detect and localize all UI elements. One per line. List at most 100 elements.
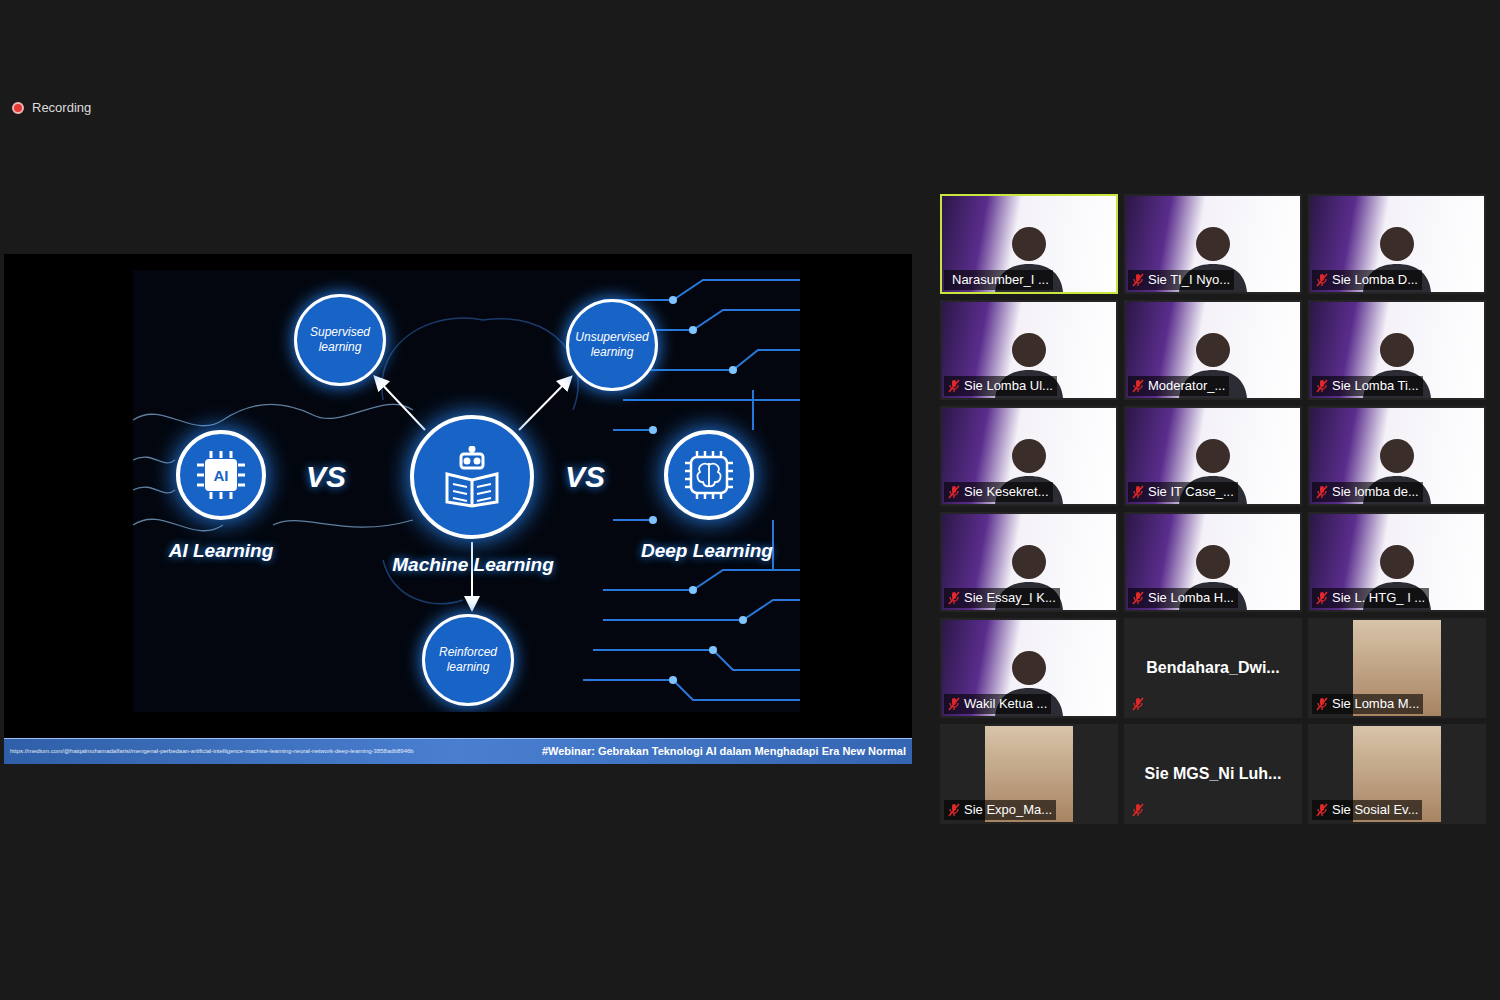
participant-label: Sie Essay_I K... <box>944 588 1060 608</box>
participant-tile[interactable]: Wakil Ketua ... <box>940 618 1118 718</box>
participant-name: Sie Lomba D... <box>1332 271 1418 289</box>
muted-mic-icon <box>1132 485 1144 499</box>
participant-name: Bendahara_Dwi... <box>1146 656 1279 680</box>
muted-mic-icon <box>1316 697 1328 711</box>
node-caption: Machine Learning <box>373 553 573 577</box>
participant-name: Sie Lomba M... <box>1332 695 1419 713</box>
participant-name: Sie TI_I Nyo... <box>1148 271 1230 289</box>
muted-mic-icon <box>948 591 960 605</box>
muted-mic-icon <box>948 803 960 817</box>
versus-label: VS <box>296 460 356 494</box>
participant-tile[interactable]: Sie Expo_Ma... <box>940 724 1118 824</box>
participant-name: Sie Kesekret... <box>964 483 1049 501</box>
participant-tile[interactable]: Sie TI_I Nyo... <box>1124 194 1302 294</box>
recording-indicator: Recording <box>12 100 1500 116</box>
participant-label: Sie Lomba Ti... <box>1312 376 1423 396</box>
meeting-window: Recording Supervised learning Unsupervised… <box>0 0 1500 1000</box>
name-display: Bendahara_Dwi... <box>1126 620 1300 716</box>
chip-label: AI <box>214 468 229 483</box>
learning-type-label: Supervised learning <box>303 325 377 355</box>
participant-name: Sie IT Case_... <box>1148 483 1234 501</box>
participant-name: Sie Lomba H... <box>1148 589 1234 607</box>
participant-tile[interactable]: Bendahara_Dwi... <box>1124 618 1302 718</box>
participant-label: Wakil Ketua ... <box>944 694 1051 714</box>
muted-mic-icon <box>948 697 960 711</box>
chip-core: AI <box>205 459 237 491</box>
dl-node <box>664 430 754 520</box>
learning-type-label: Unsupervised learning <box>575 330 649 360</box>
muted-mic-icon <box>948 379 960 393</box>
participant-gallery: Narasumber_I ... Sie TI_I Nyo... Sie Lomba… <box>940 194 1486 824</box>
muted-mic-icon <box>1316 591 1328 605</box>
participant-label <box>1128 800 1148 820</box>
top-area: Recording <box>0 0 1500 194</box>
participant-tile[interactable]: Narasumber_I ... <box>940 194 1118 294</box>
learning-type-node: Supervised learning <box>294 294 386 386</box>
participant-tile[interactable]: Sie L. HTG_ I ... <box>1308 512 1486 612</box>
participant-tile[interactable]: Moderator_... <box>1124 300 1302 400</box>
participant-label: Sie Lomba D... <box>1312 270 1422 290</box>
participant-name: Sie lomba de... <box>1332 483 1419 501</box>
ai-diagram: Supervised learning Unsupervised learning… <box>133 270 800 712</box>
participant-tile[interactable]: Sie Lomba M... <box>1308 618 1486 718</box>
participant-tile[interactable]: Sie Lomba Ti... <box>1308 300 1486 400</box>
muted-mic-icon <box>1316 273 1328 287</box>
muted-mic-icon <box>1316 803 1328 817</box>
brain-chip-icon <box>681 447 737 503</box>
versus-label: VS <box>555 460 615 494</box>
participant-tile[interactable]: Sie Essay_I K... <box>940 512 1118 612</box>
participant-label: Narasumber_I ... <box>944 270 1053 290</box>
participant-tile[interactable]: Sie Kesekret... <box>940 406 1118 506</box>
participant-name: Moderator_... <box>1148 377 1225 395</box>
muted-mic-icon <box>1132 697 1144 711</box>
name-display: Sie MGS_Ni Luh... <box>1126 726 1300 822</box>
slide-area: Supervised learning Unsupervised learning… <box>4 254 912 738</box>
source-url: https://medium.com/@haiqalmuhamadalfaris… <box>10 747 414 756</box>
learning-type-node: Reinforced learning <box>422 614 514 706</box>
participant-label: Sie Sosial Ev... <box>1312 800 1422 820</box>
participant-name: Wakil Ketua ... <box>964 695 1047 713</box>
participant-name: Sie Sosial Ev... <box>1332 801 1418 819</box>
participant-tile[interactable]: Sie MGS_Ni Luh... <box>1124 724 1302 824</box>
participant-label: Sie Lomba H... <box>1128 588 1238 608</box>
participant-label: Sie Expo_Ma... <box>944 800 1056 820</box>
robot-book-icon <box>441 446 503 508</box>
participant-label: Sie L. HTG_ I ... <box>1312 588 1429 608</box>
participant-name: Sie Lomba Ti... <box>1332 377 1419 395</box>
muted-mic-icon <box>1132 379 1144 393</box>
participant-tile[interactable]: Sie Lomba D... <box>1308 194 1486 294</box>
participant-label: Sie Kesekret... <box>944 482 1053 502</box>
participant-name: Sie MGS_Ni Luh... <box>1145 762 1282 786</box>
participant-tile[interactable]: Sie Lomba Ul... <box>940 300 1118 400</box>
muted-mic-icon <box>1132 803 1144 817</box>
participant-name: Sie L. HTG_ I ... <box>1332 589 1425 607</box>
slide-footer: https://medium.com/@haiqalmuhamadalfaris… <box>4 738 912 764</box>
node-caption: AI Learning <box>133 539 321 563</box>
participant-label <box>1128 694 1148 714</box>
shared-screen: Supervised learning Unsupervised learning… <box>4 254 912 764</box>
participant-tile[interactable]: Sie Lomba H... <box>1124 512 1302 612</box>
recording-label: Recording <box>32 100 91 116</box>
muted-mic-icon <box>1132 273 1144 287</box>
muted-mic-icon <box>1316 485 1328 499</box>
participant-label: Sie Lomba M... <box>1312 694 1423 714</box>
muted-mic-icon <box>1316 379 1328 393</box>
participant-tile[interactable]: Sie Sosial Ev... <box>1308 724 1486 824</box>
ai-node: AI <box>176 430 266 520</box>
participant-label: Sie Lomba Ul... <box>944 376 1057 396</box>
participant-tile[interactable]: Sie IT Case_... <box>1124 406 1302 506</box>
participant-label: Sie lomba de... <box>1312 482 1423 502</box>
participant-tile[interactable]: Sie lomba de... <box>1308 406 1486 506</box>
participant-name: Sie Expo_Ma... <box>964 801 1052 819</box>
muted-mic-icon <box>1132 591 1144 605</box>
main-area: Supervised learning Unsupervised learning… <box>0 194 1500 824</box>
participant-label: Sie TI_I Nyo... <box>1128 270 1234 290</box>
participant-name: Sie Essay_I K... <box>964 589 1056 607</box>
learning-type-node: Unsupervised learning <box>566 299 658 391</box>
ai-chip-icon: AI <box>195 449 247 501</box>
muted-mic-icon <box>948 485 960 499</box>
webinar-caption: #Webinar: Gebrakan Teknologi AI dalam Me… <box>542 743 906 760</box>
learning-type-label: Reinforced learning <box>431 645 505 675</box>
participant-name: Sie Lomba Ul... <box>964 377 1053 395</box>
participant-label: Sie IT Case_... <box>1128 482 1238 502</box>
